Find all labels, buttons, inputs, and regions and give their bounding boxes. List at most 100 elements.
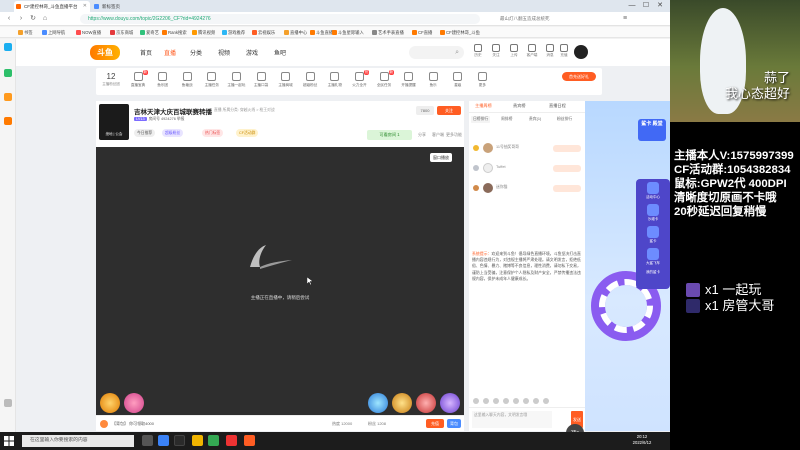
browser-app-icon[interactable] [158,435,169,446]
promo-menu-item[interactable]: 大鲨飞车 [638,248,668,266]
avatar[interactable] [574,45,588,59]
chat-tool-icon[interactable] [543,398,549,404]
folder-icon[interactable] [192,435,203,446]
tab-schedule[interactable]: 直播日程 [549,103,566,109]
tab-anchor-week[interactable]: 主播周榜 [475,103,492,109]
list-item[interactable]: 迷你猫 [469,181,585,195]
gift-icon[interactable] [368,393,388,413]
upload-button[interactable]: 上传 [508,44,520,58]
tab-vip[interactable]: 贵宾榜 [513,103,526,109]
gift-icon[interactable] [392,393,412,413]
list-item[interactable]: Tuffet [469,161,585,175]
follow-button[interactable]: 关注 [437,106,461,115]
recharge-button[interactable]: 充值 [558,44,570,58]
chat-tool-icon[interactable] [473,398,479,404]
windows-start-icon[interactable] [3,435,15,447]
bookmark[interactable]: 腾讯视频 [192,28,215,37]
home-icon[interactable]: ⌂ [40,14,50,24]
toolbar-item[interactable]: 更多 [470,71,494,93]
toolbar-item[interactable]: 超级粉丝 [298,71,322,93]
toolbar-item[interactable]: 鱼乐团 [151,71,175,93]
share-link[interactable]: 分享 [418,132,426,138]
toolbar-item[interactable]: 火力全开热 [347,70,371,93]
promo-badge[interactable]: 鲨卡 殿堂 [638,119,666,141]
bookmark[interactable]: NOW直播 [76,28,101,37]
bookmark[interactable]: 艺术手表直播 [372,28,404,37]
chat-tool-icon[interactable] [523,398,529,404]
history-button[interactable]: 历史 [472,44,484,58]
clock[interactable]: 20:12 2022/6/12 [624,434,660,446]
promo-menu-item[interactable]: 活动中心 [638,182,668,200]
promo-menu-item[interactable]: 沙滩卡 [638,204,668,222]
url-field[interactable]: https://www.douyu.com/topic/2G2206_CF?ri… [80,14,480,24]
room-pill[interactable]: CF活动群 [236,129,259,137]
tab-new[interactable]: 新标签页 [92,1,130,12]
watch-room-button[interactable]: 可看房间 1 [367,130,412,140]
promo-menu-item[interactable]: 我的鲨卡 [638,270,668,275]
search-input[interactable]: ⌕ [409,46,464,59]
toolbar-item[interactable]: 开播提醒 [397,71,421,93]
app-icon[interactable] [4,117,12,125]
app-icon[interactable] [4,93,12,101]
gift-icon[interactable] [124,393,144,413]
fan-level[interactable]: 12 主播粉丝团 [100,71,122,92]
more-link[interactable]: 更多功能 [446,132,462,138]
toolbar-item[interactable]: 鱼乐 [421,71,445,93]
bookmark[interactable]: 爱奇艺 [140,28,159,37]
chat-tool-icon[interactable] [533,398,539,404]
window-mode-button[interactable]: 窗口播放 [430,153,452,162]
refresh-icon[interactable]: ↻ [28,14,38,24]
record-app-icon[interactable] [226,435,237,446]
toolbar-item[interactable]: 全民任务新 [372,70,396,93]
toolbar-item[interactable]: 主播商城 [274,71,298,93]
bookmark[interactable]: 斗鱼直播 [310,28,333,37]
gift-icon[interactable] [100,393,120,413]
taskbar-search[interactable]: 在这里输入你要搜索的内容 [22,435,134,447]
nav-video[interactable]: 视频 [218,48,230,57]
video-player[interactable]: 窗口播放 主播正在直播中，请稍后尝试 [96,147,464,415]
recharge-button[interactable]: 充值 [426,419,444,428]
subtab-vip[interactable]: 贵宾(1) [529,116,541,123]
nav-home[interactable]: 首页 [140,48,152,57]
bookmark[interactable]: 京东商城 [110,28,133,37]
first-recharge-button[interactable]: 首充送好礼 [562,72,596,81]
bookmark[interactable]: 斗鱼星际输入 [332,28,364,37]
room-pill[interactable]: 超级粉丝 [162,129,184,137]
menu-icon[interactable]: ≡ [620,14,630,24]
nav-category[interactable]: 分类 [190,48,202,57]
toolbar-item[interactable]: 直播宝典新 [126,70,150,93]
app-icon[interactable] [4,43,12,51]
douyu-logo[interactable]: 斗鱼 [90,45,120,60]
chat-tool-icon[interactable] [503,398,509,404]
settings-icon[interactable] [4,399,12,407]
bookmark[interactable]: 书签 [18,28,33,37]
streamer-avatar[interactable]: 绝地 | 公会 [99,104,129,140]
bookmark[interactable]: CF建控林哥_斗鱼 [440,28,480,37]
message-button[interactable]: 消息 [544,44,556,58]
maximize-button[interactable]: ☐ [640,1,652,11]
chat-tool-icon[interactable] [493,398,499,404]
gift-icon[interactable] [416,393,436,413]
back-icon[interactable]: ‹ [4,14,14,24]
client-link[interactable]: 客户端 [432,132,444,138]
backpack-icon[interactable] [100,420,108,428]
toolbar-item[interactable]: 主播口袋 [249,71,273,93]
minimize-button[interactable]: — [626,1,638,11]
room-category[interactable]: 直播 所属分类: 穿越火线 > 枪王对战 [214,108,275,113]
bookmark[interactable]: CF直播 [412,28,432,37]
chat-tool-icon[interactable] [483,398,489,404]
close-icon[interactable]: ✕ [83,1,87,12]
chat-input[interactable]: 这里输入聊天内容，文明发言哦 [472,411,552,428]
app-icon[interactable] [208,435,219,446]
nav-yuba[interactable]: 鱼吧 [274,48,286,57]
list-item[interactable]: 11号抽奖哥哥 [469,141,585,155]
toolbar-item[interactable]: 星级 [446,71,470,93]
gift-icon[interactable] [440,393,460,413]
room-pill[interactable]: 今日推荐 [134,129,156,137]
bookmark[interactable]: Rank搜索 [162,28,187,37]
subtab-day[interactable]: 日榜排行 [471,116,491,123]
bookmark[interactable]: 游戏推荐 [222,28,245,37]
close-window-button[interactable]: ✕ [654,1,666,11]
douyu-app-icon[interactable] [244,435,255,446]
nav-game[interactable]: 游戏 [246,48,258,57]
